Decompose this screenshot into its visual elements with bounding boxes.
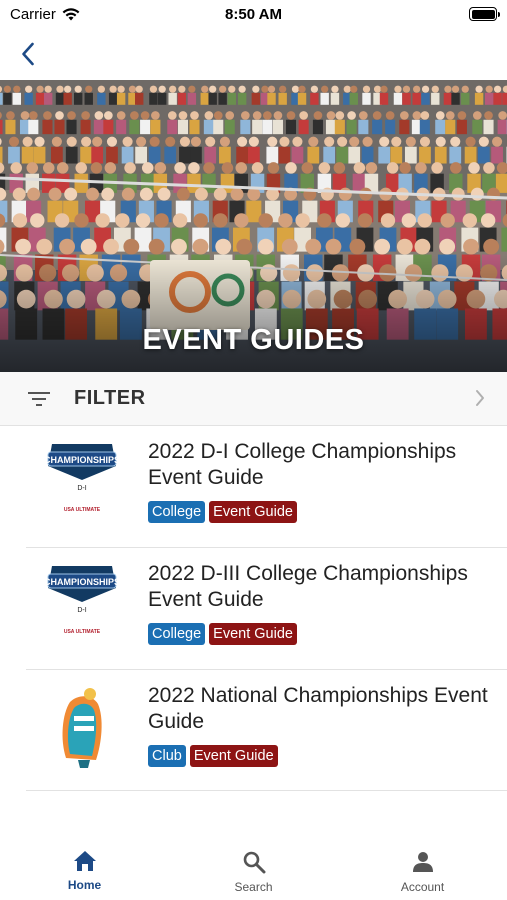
- tab-account-label: Account: [400, 880, 445, 894]
- logo-text: CHAMPIONSHIPS: [44, 455, 120, 465]
- tab-account[interactable]: Account: [338, 838, 507, 900]
- filter-row[interactable]: FILTER: [0, 372, 507, 426]
- logo-brand: USA ULTIMATE: [64, 507, 101, 513]
- battery-icon: [469, 7, 500, 21]
- chevron-right-icon: [476, 390, 484, 406]
- status-bar: Carrier 8:50 AM: [0, 0, 507, 28]
- filter-icon: [28, 392, 50, 406]
- hero-title: EVENT GUIDES: [142, 324, 365, 356]
- tag-list: College Event Guide: [148, 623, 297, 645]
- tag-college: College: [148, 501, 206, 523]
- tag-event-guide: Event Guide: [189, 745, 278, 767]
- guide-title: 2022 D-III College Championships Event G…: [148, 562, 468, 611]
- guide-item[interactable]: CHAMPIONSHIPS D-I USA ULTIMATE 2022 D-II…: [26, 548, 507, 670]
- logo-sub: D-I: [77, 607, 86, 614]
- home-icon: [73, 851, 96, 871]
- carrier-label: Carrier: [10, 5, 56, 23]
- back-button[interactable]: [10, 36, 46, 72]
- guide-item[interactable]: 2022 National Championships Event Guide …: [26, 670, 507, 791]
- tag-event-guide: Event Guide: [209, 623, 297, 645]
- tag-event-guide: Event Guide: [209, 501, 297, 523]
- logo-text: CHAMPIONSHIPS: [44, 577, 120, 587]
- championships-logo: CHAMPIONSHIPS D-I USA ULTIMATE: [44, 444, 120, 513]
- filter-label: FILTER: [74, 387, 146, 409]
- tag-list: Club Event Guide: [148, 745, 278, 767]
- hero-banner: EVENT GUIDES: [0, 80, 507, 372]
- logo-brand: USA ULTIMATE: [64, 629, 101, 635]
- nationals-logo: [62, 688, 102, 768]
- guide-list: CHAMPIONSHIPS D-I USA ULTIMATE 2022 D-I …: [0, 426, 507, 791]
- guide-item[interactable]: CHAMPIONSHIPS D-I USA ULTIMATE 2022 D-I …: [26, 426, 507, 548]
- championships-logo: CHAMPIONSHIPS D-I USA ULTIMATE: [44, 566, 120, 635]
- tag-club: Club: [148, 745, 186, 767]
- guide-title: 2022 D-I College Championships Event Gui…: [148, 440, 457, 489]
- tag-college: College: [148, 623, 206, 645]
- chevron-left-icon: [22, 42, 34, 66]
- tab-bar: Home Search Account: [0, 838, 507, 900]
- tab-search[interactable]: Search: [169, 838, 338, 900]
- tab-search-label: Search: [234, 880, 273, 894]
- person-icon: [412, 852, 433, 872]
- search-icon: [243, 851, 265, 874]
- tab-home[interactable]: Home: [0, 838, 169, 900]
- wifi-icon: [62, 7, 80, 20]
- status-left: Carrier: [10, 6, 80, 23]
- tag-list: College Event Guide: [148, 501, 297, 523]
- guide-title: 2022 National Championships Event Guide: [148, 684, 488, 733]
- nav-bar: [0, 28, 507, 80]
- tab-home-label: Home: [67, 878, 102, 892]
- logo-sub: D-I: [77, 485, 86, 492]
